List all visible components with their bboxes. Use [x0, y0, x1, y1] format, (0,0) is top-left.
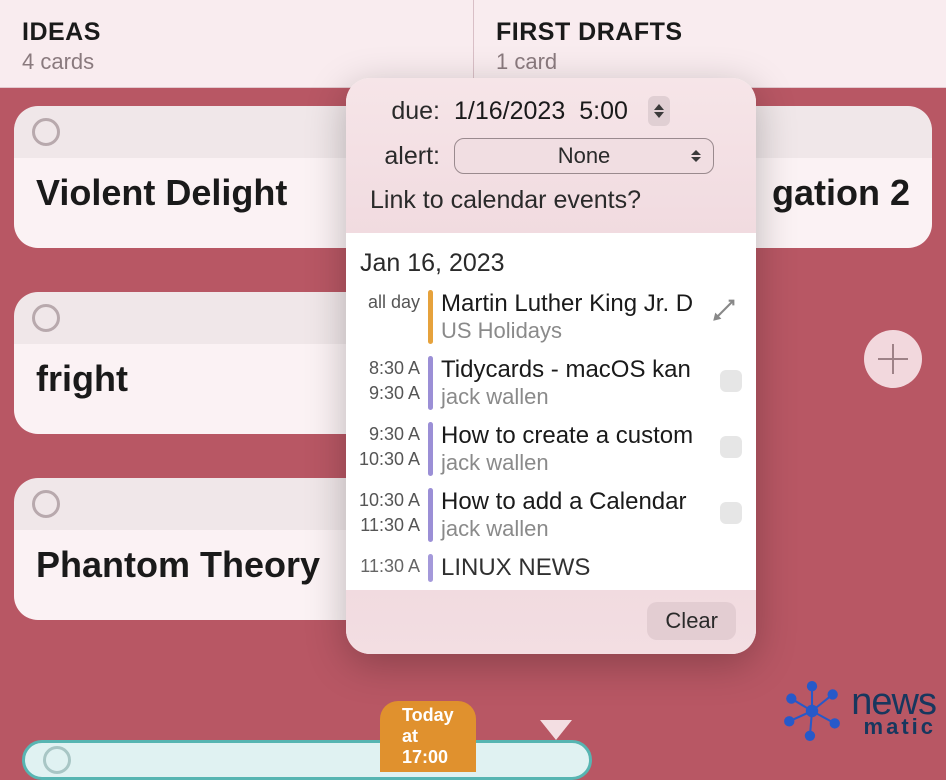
link-event-checkbox[interactable]	[720, 370, 742, 392]
event-color-bar	[428, 290, 433, 344]
column-title: FIRST DRAFTS	[496, 18, 924, 47]
card-complete-checkbox[interactable]	[32, 490, 60, 518]
column-card-count: 1 card	[496, 49, 924, 75]
event-title: LINUX NEWS	[441, 554, 742, 582]
event-time: 8:30 A 9:30 A	[354, 356, 420, 406]
event-time: 11:30 A	[354, 554, 420, 579]
event-time: 9:30 A 10:30 A	[354, 422, 420, 472]
alert-select-value: None	[558, 143, 611, 169]
popover-footer: Clear	[346, 590, 756, 654]
link-event-checkbox[interactable]	[720, 436, 742, 458]
column-card-count: 4 cards	[22, 49, 451, 75]
due-popover: due: 1/16/2023 5:00 alert: None Link to …	[346, 78, 756, 654]
due-pill[interactable]: Today at 17:00	[380, 701, 476, 772]
calendar-event[interactable]: all day Martin Luther King Jr. D US Holi…	[346, 286, 756, 352]
watermark-text: news	[851, 686, 936, 718]
card-complete-checkbox[interactable]	[43, 746, 71, 774]
popover-arrow-icon	[540, 720, 572, 740]
event-title: How to add a Calendar	[441, 488, 712, 516]
event-color-bar	[428, 356, 433, 410]
alert-select[interactable]: None	[454, 138, 714, 174]
calendar-event[interactable]: 10:30 A 11:30 A How to add a Calendar ja…	[346, 484, 756, 550]
event-color-bar	[428, 488, 433, 542]
due-time-field[interactable]: 5:00	[579, 97, 628, 126]
calendar-events-list: Jan 16, 2023 all day Martin Luther King …	[346, 233, 756, 590]
event-time: all day	[354, 290, 420, 315]
event-color-bar	[428, 554, 433, 582]
events-date-heading: Jan 16, 2023	[346, 243, 756, 286]
watermark-text: matic	[864, 718, 936, 737]
watermark-logo-icon	[781, 680, 843, 742]
event-color-bar	[428, 422, 433, 476]
link-events-prompt: Link to calendar events?	[366, 186, 736, 215]
card-complete-checkbox[interactable]	[32, 304, 60, 332]
event-calendar: jack wallen	[441, 450, 712, 476]
event-time: 10:30 A 11:30 A	[354, 488, 420, 538]
due-label: due:	[366, 97, 440, 126]
due-date-field[interactable]: 1/16/2023	[454, 97, 565, 126]
time-stepper[interactable]	[648, 96, 670, 126]
chevron-down-icon	[654, 112, 664, 118]
watermark: news matic	[781, 680, 936, 742]
card-complete-checkbox[interactable]	[32, 118, 60, 146]
calendar-event[interactable]: 11:30 A LINUX NEWS	[346, 550, 756, 590]
select-chevron-icon	[691, 150, 701, 162]
lock-icon	[710, 296, 738, 329]
event-title: Tidycards - macOS kan	[441, 356, 712, 384]
column-header: FIRST DRAFTS 1 card	[473, 0, 946, 88]
popover-header: due: 1/16/2023 5:00 alert: None Link to …	[346, 78, 756, 233]
event-title: Martin Luther King Jr. D	[441, 290, 742, 318]
add-card-button[interactable]	[864, 330, 922, 388]
calendar-event[interactable]: 8:30 A 9:30 A Tidycards - macOS kan jack…	[346, 352, 756, 418]
clear-button[interactable]: Clear	[647, 602, 736, 640]
column-title: IDEAS	[22, 18, 451, 47]
event-title: How to create a custom	[441, 422, 712, 450]
chevron-up-icon	[654, 104, 664, 110]
event-calendar: jack wallen	[441, 384, 712, 410]
alert-label: alert:	[366, 142, 440, 171]
link-event-checkbox[interactable]	[720, 502, 742, 524]
event-calendar: jack wallen	[441, 516, 712, 542]
event-calendar: US Holidays	[441, 318, 742, 344]
calendar-event[interactable]: 9:30 A 10:30 A How to create a custom ja…	[346, 418, 756, 484]
column-header: IDEAS 4 cards	[0, 0, 473, 88]
